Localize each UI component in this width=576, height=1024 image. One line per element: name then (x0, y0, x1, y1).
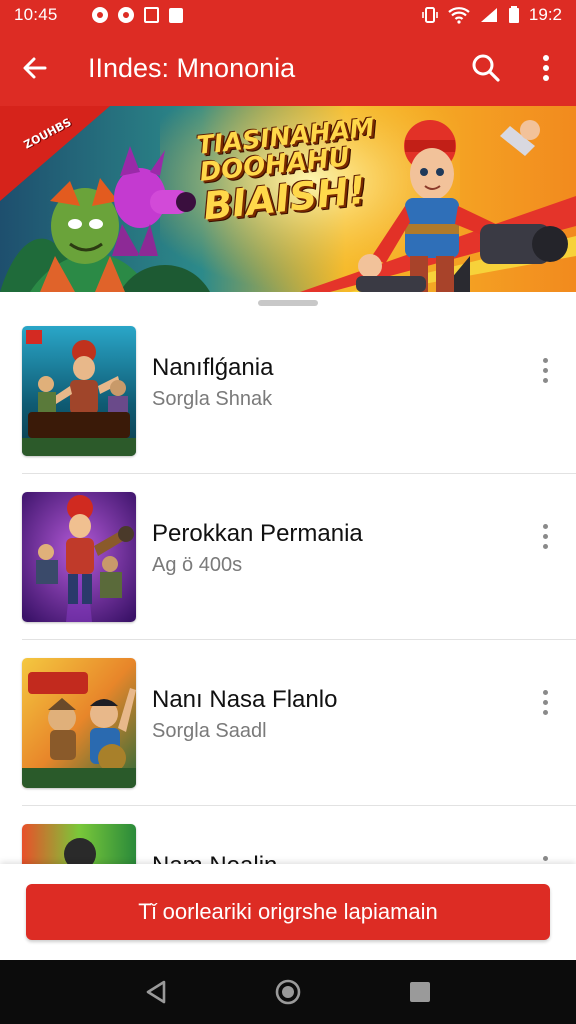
app-screen: 10:45 19:2 IIndes: Mnononia ZOUHBS TIASI… (0, 0, 576, 1024)
nav-home-button[interactable] (263, 967, 313, 1017)
list-item[interactable]: Perokkan Permania Ag ö 400s (0, 474, 576, 640)
list-item[interactable]: Nanı Nasa Flanlo Sorgla Saadl (0, 640, 576, 806)
game-title: Perokkan Permania (152, 520, 363, 547)
more-dot (542, 357, 548, 363)
status-time: 10:45 (14, 5, 58, 24)
game-list: Nanıflǵania Sorgla Shnak Perokkan Perman… (0, 308, 576, 864)
signal-icon (480, 8, 497, 22)
game-subtitle: Ag ö 400s (152, 554, 243, 576)
image-notification-icon (143, 7, 159, 23)
notification-icons (91, 7, 183, 23)
nav-home-icon (275, 979, 301, 1005)
more-dot (542, 377, 548, 383)
wifi-icon (448, 7, 470, 24)
shop-notification-icon (168, 7, 183, 23)
app-bar: IIndes: Mnononia (0, 30, 576, 106)
page-title: IIndes: Mnononia (88, 52, 296, 83)
battery-icon (508, 6, 519, 23)
nav-back-button[interactable] (131, 967, 181, 1017)
game-thumbnail (22, 492, 136, 622)
more-dot (542, 689, 548, 695)
footer-bar: Tǐ oorleariki origrshe lapiamain (0, 864, 576, 960)
game-thumbnail (22, 326, 136, 456)
game-title: Nam Nealin (152, 852, 277, 864)
more-options-button[interactable] (516, 30, 576, 106)
back-button[interactable] (0, 30, 70, 106)
item-more-button[interactable] (530, 348, 560, 392)
list-item[interactable]: Nam Nealin (0, 806, 576, 864)
system-nav-bar (0, 960, 576, 1024)
nav-back-icon (146, 980, 166, 1004)
game-thumbnail (22, 824, 136, 864)
promo-banner[interactable]: ZOUHBS TIASINAHAM DOOHAHU BIAISH! (0, 106, 576, 292)
list-item[interactable]: Nanıflǵania Sorgla Shnak (0, 308, 576, 474)
more-dot (542, 543, 548, 549)
battery-level: 19:2 (528, 5, 562, 24)
nav-recents-button[interactable] (395, 967, 445, 1017)
vibrate-icon (422, 7, 438, 23)
game-subtitle: Sorgla Shnak (152, 388, 273, 410)
arrow-left-icon (23, 57, 47, 79)
item-more-button[interactable] (530, 514, 560, 558)
game-title: Nanı Nasa Flanlo (152, 686, 338, 713)
record-notification-icon (91, 7, 108, 23)
search-icon (472, 54, 500, 82)
game-subtitle: Sorgla Saadl (152, 720, 267, 742)
sheet-drag-handle[interactable] (258, 300, 318, 306)
banner-headline: TIASINAHAM DOOHAHU BIAISH! (195, 112, 375, 228)
more-vertical-icon (543, 55, 549, 81)
more-dot (542, 533, 548, 539)
more-dot (542, 709, 548, 715)
item-more-button[interactable] (530, 680, 560, 724)
more-dot (542, 699, 548, 705)
status-bar: 10:45 19:2 (0, 0, 576, 30)
more-dot (542, 523, 548, 529)
primary-action-button[interactable]: Tǐ oorleariki origrshe lapiamain (26, 884, 550, 940)
item-more-button[interactable] (530, 846, 560, 864)
more-dot (542, 855, 548, 861)
link-notification-icon (117, 7, 134, 23)
status-indicators: 19:2 (421, 5, 562, 25)
nav-recents-icon (410, 982, 430, 1002)
game-title: Nanıflǵania (152, 354, 274, 381)
game-thumbnail (22, 658, 136, 788)
more-dot (542, 367, 548, 373)
search-button[interactable] (456, 30, 516, 106)
